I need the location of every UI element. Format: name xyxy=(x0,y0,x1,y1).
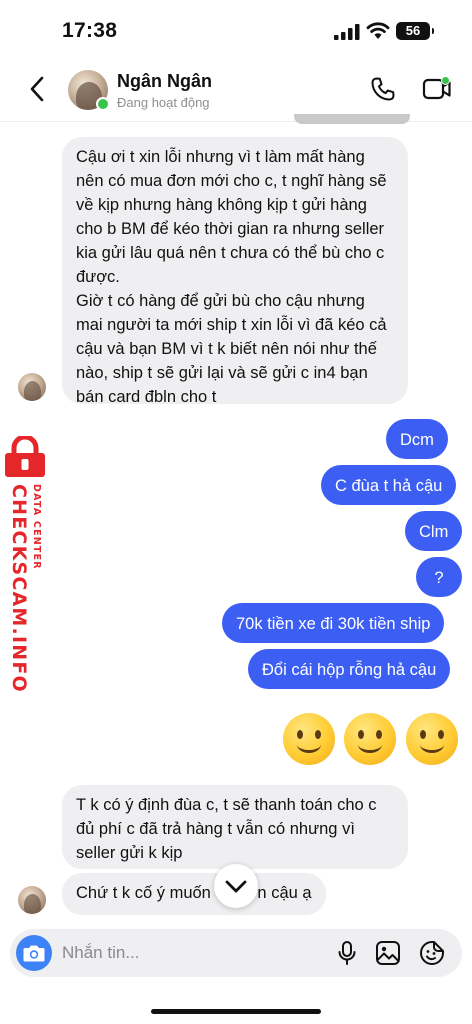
wifi-icon xyxy=(366,22,390,39)
incoming-message[interactable]: Cậu ơi t xin lỗi nhưng vì t làm mất hàng… xyxy=(62,137,408,406)
contact-status: Đang hoạt động xyxy=(117,95,210,110)
home-indicator xyxy=(151,1009,321,1014)
sticker-icon[interactable] xyxy=(419,940,445,966)
outgoing-message[interactable]: Clm xyxy=(405,511,463,551)
status-time: 17:38 xyxy=(62,19,118,42)
status-bar: 17:38 56 xyxy=(0,0,472,56)
outgoing-message[interactable]: C đùa t hả cậu xyxy=(321,465,457,505)
gallery-icon[interactable] xyxy=(375,940,401,966)
sender-avatar[interactable] xyxy=(18,373,46,401)
chat-header: Ngân Ngân Đang hoạt động xyxy=(0,56,472,122)
smiley-emoji-icon[interactable] xyxy=(283,713,335,765)
sender-avatar[interactable] xyxy=(18,886,46,914)
contact-avatar[interactable] xyxy=(68,70,110,111)
battery-icon: 56 xyxy=(396,22,434,40)
online-indicator xyxy=(96,97,110,111)
incoming-message[interactable]: Chứ t k cố ý muốn y đơn cậu ạ xyxy=(62,873,326,915)
message-composer xyxy=(10,929,462,977)
outgoing-message[interactable]: Dcm xyxy=(386,419,448,459)
watermark-brand: CHECKSCAM.INFO xyxy=(8,484,30,693)
back-icon[interactable] xyxy=(24,74,52,104)
lock-icon xyxy=(5,436,45,477)
message-input[interactable] xyxy=(62,929,322,977)
smiley-emoji-icon[interactable] xyxy=(406,713,458,765)
contact-name[interactable]: Ngân Ngân xyxy=(117,71,212,92)
previous-message-edge xyxy=(294,114,410,124)
watermark-logo: CHECKSCAM.INFO DATA CENTER xyxy=(0,436,52,693)
outgoing-message[interactable]: 70k tiền xe đi 30k tiền ship xyxy=(222,603,445,643)
watermark-tagline: DATA CENTER xyxy=(31,484,42,570)
chevron-down-icon xyxy=(225,880,247,893)
microphone-icon[interactable] xyxy=(336,940,358,966)
cellular-signal-icon xyxy=(334,24,360,40)
camera-button[interactable] xyxy=(16,935,52,971)
smiley-emoji-icon[interactable] xyxy=(344,713,396,765)
video-active-dot xyxy=(441,76,450,85)
incoming-message[interactable]: T k có ý định đùa c, t sẽ thanh toán cho… xyxy=(62,785,408,869)
outgoing-message[interactable]: Đổi cái hộp rỗng hả cậu xyxy=(248,649,451,689)
camera-icon xyxy=(23,945,45,962)
phone-icon[interactable] xyxy=(370,76,396,102)
scroll-to-bottom-button[interactable] xyxy=(214,864,258,908)
outgoing-message[interactable]: ? xyxy=(416,557,462,597)
